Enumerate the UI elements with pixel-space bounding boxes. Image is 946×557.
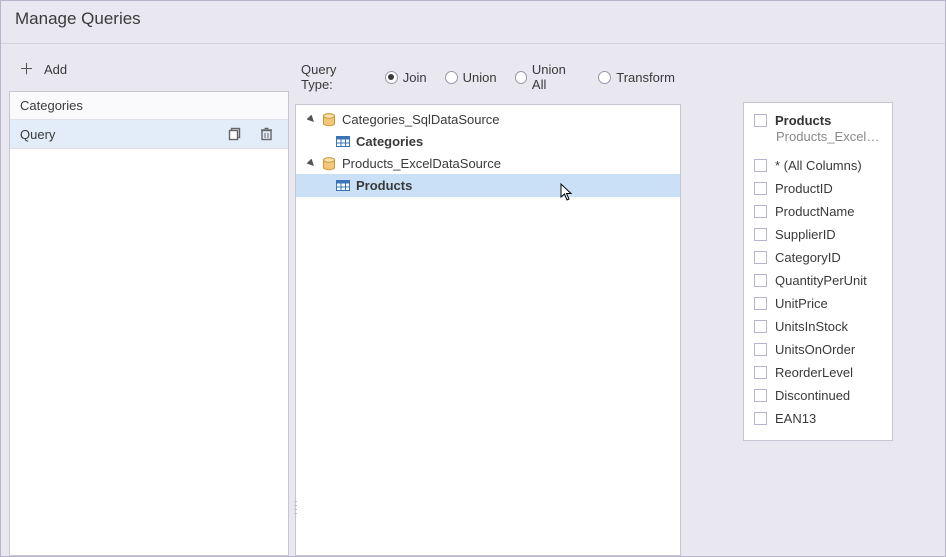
column-label: CategoryID xyxy=(775,250,841,265)
middle-pane: Query Type: Join Union Union All xyxy=(295,56,681,556)
column-item[interactable]: QuantityPerUnit xyxy=(754,269,882,292)
copy-icon[interactable] xyxy=(227,126,243,142)
manage-queries-window: Manage Queries ＋ Add Categories Query xyxy=(0,0,946,557)
radio-transform[interactable]: Transform xyxy=(598,70,675,85)
expand-collapse-icon[interactable] xyxy=(306,115,316,125)
radio-union[interactable]: Union xyxy=(445,70,497,85)
column-label: ReorderLevel xyxy=(775,365,853,380)
query-type-label: Query Type: xyxy=(301,62,371,92)
column-checkbox[interactable] xyxy=(754,274,767,287)
tree-child-selected[interactable]: Products xyxy=(296,174,680,197)
right-pane: Products Products_Excel… * (All Columns)… xyxy=(687,56,937,556)
column-item[interactable]: Discontinued xyxy=(754,384,882,407)
expand-collapse-icon[interactable] xyxy=(306,159,316,169)
column-checkbox[interactable] xyxy=(754,412,767,425)
page-title: Manage Queries xyxy=(1,1,945,44)
column-label: UnitsOnOrder xyxy=(775,342,855,357)
column-item[interactable]: UnitsInStock xyxy=(754,315,882,338)
radio-join[interactable]: Join xyxy=(385,70,427,85)
add-button[interactable]: ＋ Add xyxy=(9,56,289,91)
column-checkbox[interactable] xyxy=(754,297,767,310)
column-item[interactable]: CategoryID xyxy=(754,246,882,269)
trash-icon[interactable] xyxy=(259,126,274,142)
column-item[interactable]: UnitPrice xyxy=(754,292,882,315)
column-label: SupplierID xyxy=(775,227,836,242)
resize-grip-icon[interactable]: ········ xyxy=(293,499,297,515)
column-label: UnitsInStock xyxy=(775,319,848,334)
tree-node-label: Products_ExcelDataSource xyxy=(342,156,501,171)
radio-dot-icon xyxy=(598,71,611,84)
main-body: ＋ Add Categories Query xyxy=(1,44,945,556)
column-item[interactable]: * (All Columns) xyxy=(754,154,882,177)
column-label: ProductName xyxy=(775,204,854,219)
data-source-tree: ········ Categories_SqlDataSource Cate xyxy=(295,104,681,556)
left-pane: ＋ Add Categories Query xyxy=(9,56,289,556)
tree-node[interactable]: Categories_SqlDataSource xyxy=(296,109,680,130)
columns-panel-header: Products xyxy=(754,111,882,129)
tree-node[interactable]: Products_ExcelDataSource xyxy=(296,153,680,174)
tree-child[interactable]: Categories xyxy=(296,130,680,153)
column-item[interactable]: EAN13 xyxy=(754,407,882,430)
column-label: EAN13 xyxy=(775,411,816,426)
column-checkbox[interactable] xyxy=(754,159,767,172)
column-item[interactable]: SupplierID xyxy=(754,223,882,246)
column-checkbox[interactable] xyxy=(754,320,767,333)
column-checkbox[interactable] xyxy=(754,205,767,218)
radio-label: Join xyxy=(403,70,427,85)
column-label: * (All Columns) xyxy=(775,158,862,173)
columns-panel: Products Products_Excel… * (All Columns)… xyxy=(743,102,893,441)
table-icon xyxy=(336,180,350,191)
radio-label: Transform xyxy=(616,70,675,85)
database-icon xyxy=(322,157,336,171)
column-item[interactable]: UnitsOnOrder xyxy=(754,338,882,361)
radio-dot-icon xyxy=(445,71,458,84)
column-item[interactable]: ProductID xyxy=(754,177,882,200)
column-checkbox[interactable] xyxy=(754,366,767,379)
columns-panel-subtitle: Products_Excel… xyxy=(754,129,882,154)
column-label: ProductID xyxy=(775,181,833,196)
column-checkbox[interactable] xyxy=(754,251,767,264)
queries-list-row-label: Query xyxy=(20,127,227,142)
select-all-checkbox[interactable] xyxy=(754,114,767,127)
column-label: UnitPrice xyxy=(775,296,828,311)
radio-dot-icon xyxy=(515,71,527,84)
table-icon xyxy=(336,136,350,147)
column-checkbox[interactable] xyxy=(754,228,767,241)
queries-list: Categories Query xyxy=(9,91,289,556)
plus-icon: ＋ xyxy=(19,62,34,77)
tree-child-label: Categories xyxy=(356,134,423,149)
radio-dot-selected-icon xyxy=(385,71,398,84)
radio-label: Union All xyxy=(532,62,580,92)
query-type-radio-group: Join Union Union All Transform xyxy=(385,62,675,92)
add-button-label: Add xyxy=(44,62,67,77)
queries-list-row[interactable]: Query xyxy=(10,120,288,149)
column-item[interactable]: ReorderLevel xyxy=(754,361,882,384)
queries-list-header: Categories xyxy=(10,92,288,120)
tree-child-label: Products xyxy=(356,178,412,193)
radio-union-all[interactable]: Union All xyxy=(515,62,581,92)
column-checkbox[interactable] xyxy=(754,389,767,402)
radio-label: Union xyxy=(463,70,497,85)
query-type-row: Query Type: Join Union Union All xyxy=(295,56,681,104)
database-icon xyxy=(322,113,336,127)
tree-node-label: Categories_SqlDataSource xyxy=(342,112,500,127)
column-label: QuantityPerUnit xyxy=(775,273,867,288)
row-actions xyxy=(227,126,274,142)
column-checkbox[interactable] xyxy=(754,343,767,356)
column-label: Discontinued xyxy=(775,388,850,403)
column-checkbox[interactable] xyxy=(754,182,767,195)
column-item[interactable]: ProductName xyxy=(754,200,882,223)
columns-panel-title: Products xyxy=(775,113,831,128)
